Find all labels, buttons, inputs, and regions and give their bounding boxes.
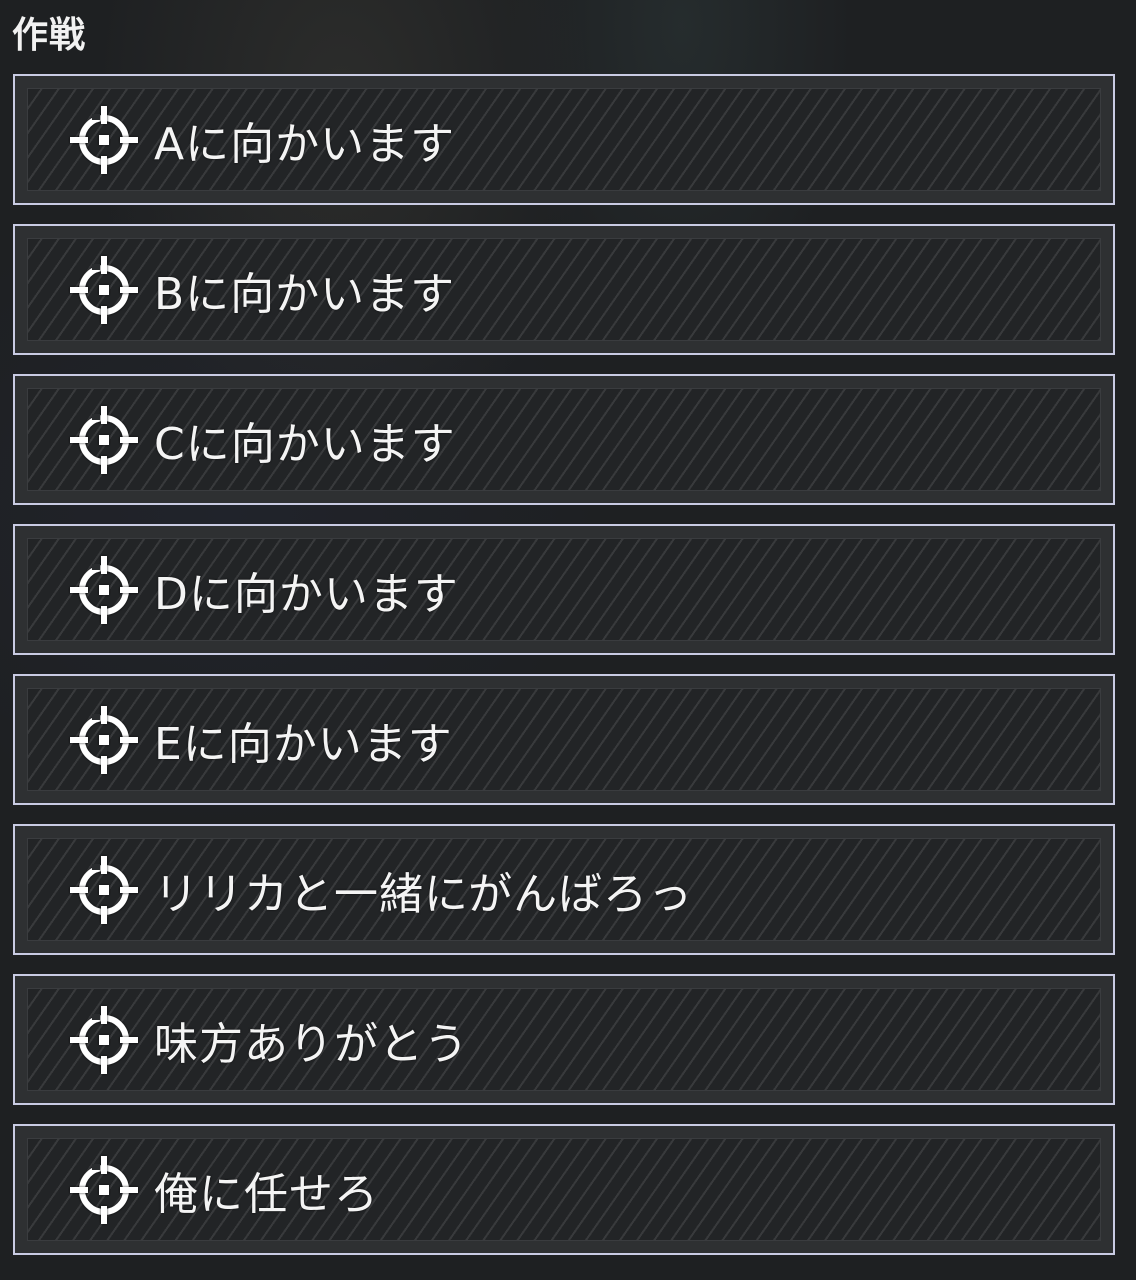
option-label: 味方ありがとう xyxy=(154,1018,469,1070)
option-go-b-button[interactable]: Bに向かいます xyxy=(13,224,1115,355)
option-go-d-button[interactable]: Dに向かいます xyxy=(13,524,1115,655)
tactics-option-list: Aに向かいます Bに向かいます Cに向かいます Dに向かいます Eに向かいます … xyxy=(13,74,1115,1274)
option-thanks-allies-button[interactable]: 味方ありがとう xyxy=(13,974,1115,1105)
crosshair-icon xyxy=(68,254,140,326)
crosshair-icon xyxy=(68,704,140,776)
option-panel: Dに向かいます xyxy=(27,538,1101,641)
option-go-a-button[interactable]: Aに向かいます xyxy=(13,74,1115,205)
option-with-ririka-button[interactable]: リリカと一緒にがんばろっ xyxy=(13,824,1115,955)
tactics-screen: 作戦 Aに向かいます Bに向かいます Cに向かいます Dに向かいます Eに向かい… xyxy=(0,0,1136,1280)
crosshair-icon xyxy=(68,104,140,176)
option-panel: Eに向かいます xyxy=(27,688,1101,791)
option-label: リリカと一緒にがんばろっ xyxy=(154,868,694,920)
option-panel: 味方ありがとう xyxy=(27,988,1101,1091)
option-panel: リリカと一緒にがんばろっ xyxy=(27,838,1101,941)
option-panel: Bに向かいます xyxy=(27,238,1101,341)
option-go-c-button[interactable]: Cに向かいます xyxy=(13,374,1115,505)
option-label: 俺に任せろ xyxy=(154,1168,379,1220)
option-leave-it-to-me-button[interactable]: 俺に任せろ xyxy=(13,1124,1115,1255)
option-label: Bに向かいます xyxy=(154,268,456,320)
option-panel: 俺に任せろ xyxy=(27,1138,1101,1241)
crosshair-icon xyxy=(68,1154,140,1226)
option-label: Cに向かいます xyxy=(154,418,456,470)
option-label: Aに向かいます xyxy=(154,118,456,170)
option-label: Dに向かいます xyxy=(154,568,459,620)
option-go-e-button[interactable]: Eに向かいます xyxy=(13,674,1115,805)
crosshair-icon xyxy=(68,854,140,926)
option-panel: Cに向かいます xyxy=(27,388,1101,491)
crosshair-icon xyxy=(68,554,140,626)
crosshair-icon xyxy=(68,404,140,476)
page-title: 作戦 xyxy=(12,15,87,56)
option-panel: Aに向かいます xyxy=(27,88,1101,191)
option-label: Eに向かいます xyxy=(154,718,453,770)
crosshair-icon xyxy=(68,1004,140,1076)
